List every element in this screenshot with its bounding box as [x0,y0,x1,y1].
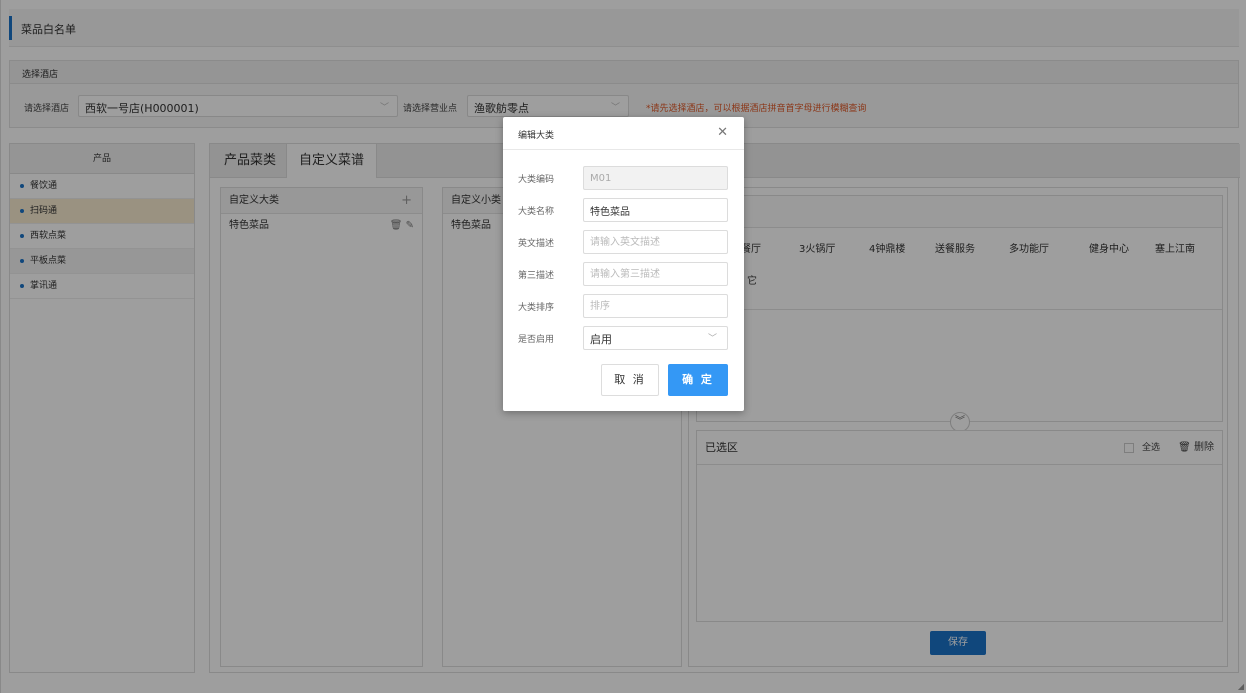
enabled-select-value: 启用 [590,333,612,346]
title-accent [9,16,12,40]
chevron-down-icon: ﹀ [379,103,389,113]
chevron-down-icon: ﹀ [610,103,620,113]
outlet-chip-area: 餐厅 3火锅厅 4钟鼎楼 送餐服务 多功能厅 健身中心 塞上江南 它 [696,195,1223,422]
outlet-chip[interactable]: 4钟鼎楼 [863,237,911,263]
major-category-row[interactable]: 特色菜品 🗑 ✎ [221,214,422,238]
major-category-header-label: 自定义大类 [229,195,279,206]
outlet-chip[interactable]: 健身中心 [1083,237,1135,263]
major-category-header: 自定义大类 + [221,188,422,214]
product-item-label: 掌讯通 [30,281,58,291]
select-hotel-section-title: 选择酒店 [22,70,59,80]
name-label: 大类名称 [518,207,555,217]
product-item-label: 西软点菜 [30,231,67,241]
chevron-down-icon: ﹀ [707,334,717,344]
page-title-bar: 菜品白名单 [9,9,1239,47]
outlet-chip[interactable]: 3火锅厅 [793,237,841,263]
divider [697,309,1222,310]
name-row: 大类名称 [503,198,744,222]
bullet-icon [20,208,24,213]
major-category-row-label: 特色菜品 [229,220,269,231]
code-label: 大类编码 [518,175,555,185]
delete-button[interactable]: 🗑 删除 [1178,431,1214,465]
minor-category-row-label: 特色菜品 [451,220,491,231]
sort-row: 大类排序 [503,294,744,318]
sort-label: 大类排序 [518,303,555,313]
third-input[interactable] [583,262,728,286]
enabled-select[interactable]: 启用 ﹀ [583,326,728,350]
outlet-chip[interactable]: 多功能厅 [1003,237,1055,263]
product-item-label: 扫码通 [30,206,58,216]
delete-label: 删除 [1194,442,1214,453]
outlet-chip[interactable]: 送餐服务 [929,237,981,263]
bullet-icon [20,283,24,288]
row-actions: 🗑 ✎ [390,214,414,238]
product-list-header: 产品 [10,144,194,174]
bullet-icon [20,258,24,263]
product-item[interactable]: 平板点菜 [10,249,194,274]
product-item-label: 餐饮通 [30,181,58,191]
product-item[interactable]: 西软点菜 [10,224,194,249]
confirm-button[interactable]: 确 定 [668,364,728,396]
product-list: 产品 餐饮通 扫码通 西软点菜 平板点菜 掌讯通 [9,143,195,673]
sort-input[interactable] [583,294,728,318]
hotel-label: 请选择酒店 [24,104,70,114]
outlet-select[interactable]: 渔歌舫零点 ﹀ [467,95,629,117]
trash-icon: 🗑 [1178,442,1191,453]
select-all-checkbox[interactable]: 全选 [1123,431,1160,465]
select-hotel-section-header: 选择酒店 [9,60,1239,84]
top-strip [1,0,1246,9]
close-icon[interactable]: ✕ [717,125,728,140]
major-category-column: 自定义大类 + 特色菜品 🗑 ✎ [220,187,423,667]
english-input[interactable] [583,230,728,254]
english-row: 英文描述 [503,230,744,254]
edit-category-dialog: 编辑大类 ✕ 大类编码 大类名称 英文描述 第三描述 大类排序 是否启用 启用 … [503,117,744,411]
tab-custom-menu[interactable]: 自定义菜谱 [286,144,378,178]
bullet-icon [20,233,24,238]
selected-area-header: 已选区 全选 🗑 删除 [697,431,1222,465]
resize-handle-icon: ◢ [1237,682,1244,691]
outlet-label: 请选择营业点 [403,104,458,114]
code-input [583,166,728,190]
hotel-hint: *请先选择酒店，可以根据酒店拼音首字母进行模糊查询 [646,104,867,114]
cancel-button[interactable]: 取 消 [601,364,659,396]
product-item-label: 平板点菜 [30,256,67,266]
hotel-select-value: 西软一号店(H000001) [85,102,199,115]
edit-icon[interactable]: ✎ [406,220,414,231]
dialog-title: 编辑大类 [518,131,555,141]
bullet-icon [20,183,24,188]
product-item-active[interactable]: 扫码通 [10,199,194,224]
add-icon[interactable]: + [401,188,412,214]
selected-area: 已选区 全选 🗑 删除 [696,430,1223,622]
selected-area-title: 已选区 [705,441,738,454]
outlet-select-value: 渔歌舫零点 [474,102,529,115]
outlet-chip[interactable]: 它 [741,269,763,295]
minor-category-header-label: 自定义小类 [451,195,501,206]
outlet-chip[interactable]: 塞上江南 [1149,237,1201,263]
enabled-label: 是否启用 [518,335,555,345]
name-input[interactable] [583,198,728,222]
product-item[interactable]: 掌讯通 [10,274,194,299]
page-title: 菜品白名单 [21,23,76,36]
product-item[interactable]: 餐饮通 [10,174,194,199]
english-label: 英文描述 [518,239,555,249]
hotel-select[interactable]: 西软一号店(H000001) ﹀ [78,95,398,117]
outlet-chip-header [697,196,1222,228]
code-row: 大类编码 [503,166,744,190]
expand-icon[interactable]: ︾ [950,412,970,432]
trash-icon[interactable]: 🗑 [390,220,403,231]
save-button[interactable]: 保存 [930,631,986,655]
enabled-row: 是否启用 启用 ﹀ [503,326,744,350]
third-row: 第三描述 [503,262,744,286]
checkbox-icon [1123,442,1134,453]
select-all-label: 全选 [1141,443,1160,453]
third-label: 第三描述 [518,271,555,281]
dialog-header: 编辑大类 ✕ [503,117,744,150]
tab-product-categories[interactable]: 产品菜类 [212,144,288,178]
